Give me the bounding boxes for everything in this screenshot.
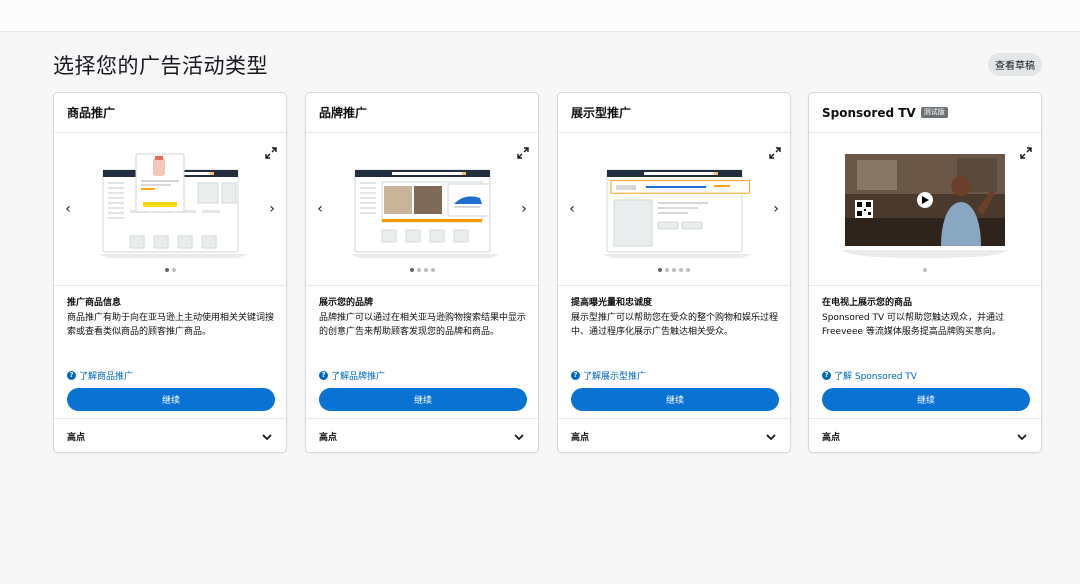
card-description: 商品推广有助于向在亚马逊上主动使用相关关键词搜索或查看类似商品的顾客推广商品。 bbox=[67, 313, 275, 337]
card-description-title: 展示您的品牌 bbox=[319, 298, 374, 308]
page-title: 选择您的广告活动类型 bbox=[53, 54, 268, 78]
help-icon: ? bbox=[67, 371, 76, 380]
carousel-dot[interactable] bbox=[164, 268, 169, 272]
carousel-next-button[interactable]: › bbox=[769, 202, 783, 216]
sponsored-display-illustration bbox=[602, 169, 752, 258]
card-title: 商品推广 bbox=[54, 93, 286, 133]
chevron-down-icon bbox=[514, 433, 524, 440]
carousel-dot[interactable] bbox=[423, 268, 428, 272]
card-description: 展示型推广可以帮助您在受众的整个购物和娱乐过程中、通过程序化展示广告触达相关受众… bbox=[571, 313, 779, 337]
learn-more-link[interactable]: ? 了解品牌推广 bbox=[319, 369, 385, 382]
carousel-prev-button[interactable]: ‹ bbox=[565, 202, 579, 216]
highlights-label: 高点 bbox=[67, 433, 86, 443]
expand-icon[interactable] bbox=[265, 147, 277, 159]
continue-button[interactable]: 继续 bbox=[571, 388, 779, 411]
card-title-text: 展示型推广 bbox=[571, 106, 632, 120]
card-media-carousel: ‹ › bbox=[558, 134, 790, 286]
card-media-carousel: ‹ › bbox=[306, 134, 538, 286]
learn-more-text[interactable]: 了解商品推广 bbox=[79, 369, 133, 382]
carousel-next-button[interactable]: › bbox=[265, 202, 279, 216]
learn-more-text[interactable]: 了解 Sponsored TV bbox=[834, 369, 917, 382]
carousel-prev-button[interactable]: ‹ bbox=[313, 202, 327, 216]
card-title: 品牌推广 bbox=[306, 93, 538, 133]
highlights-label: 高点 bbox=[571, 433, 590, 443]
carousel-dot[interactable] bbox=[665, 268, 669, 272]
sponsored-tv-illustration bbox=[841, 154, 1009, 258]
help-icon: ? bbox=[571, 371, 580, 380]
carousel-dot[interactable] bbox=[923, 268, 927, 272]
carousel-dot[interactable] bbox=[171, 268, 176, 272]
highlights-expander[interactable]: 高点 bbox=[809, 418, 1041, 454]
carousel-dot[interactable] bbox=[672, 268, 676, 272]
learn-more-link[interactable]: ? 了解展示型推广 bbox=[571, 369, 646, 382]
highlights-label: 高点 bbox=[822, 433, 841, 443]
carousel-dots bbox=[809, 268, 1041, 272]
learn-more-link[interactable]: ? 了解 Sponsored TV bbox=[822, 369, 917, 382]
card-title: Sponsored TV 测试版 bbox=[809, 93, 1041, 133]
expand-icon[interactable] bbox=[517, 147, 529, 159]
campaign-card-sponsored-products: 商品推广 ‹ › 推广商品信息 商品推广有助于向在亚马逊上主动使用相关关键词搜索… bbox=[53, 92, 287, 453]
continue-button[interactable]: 继续 bbox=[319, 388, 527, 411]
card-description: 品牌推广可以通过在相关亚马逊购物搜索结果中显示的创意广告来帮助顾客发现您的品牌和… bbox=[319, 313, 527, 337]
card-media-carousel bbox=[809, 134, 1041, 286]
card-title-text: 商品推广 bbox=[67, 106, 116, 120]
card-description-title: 提高曝光量和忠诚度 bbox=[571, 298, 653, 308]
view-drafts-button[interactable]: 查看草稿 bbox=[988, 53, 1042, 76]
carousel-dots bbox=[306, 268, 538, 272]
beta-badge: 测试版 bbox=[920, 107, 948, 118]
chevron-down-icon bbox=[262, 433, 272, 440]
carousel-dot[interactable] bbox=[430, 268, 435, 272]
chevron-down-icon bbox=[766, 433, 776, 440]
campaign-card-sponsored-display: 展示型推广 ‹ › 提高曝光量和忠诚度 展示型推广可以帮助您在受众的整个购物和娱… bbox=[557, 92, 791, 453]
card-media-carousel: ‹ › bbox=[54, 134, 286, 286]
highlights-expander[interactable]: 高点 bbox=[54, 418, 286, 454]
carousel-next-button[interactable]: › bbox=[517, 202, 531, 216]
carousel-prev-button[interactable]: ‹ bbox=[61, 202, 75, 216]
carousel-dots bbox=[54, 268, 286, 272]
sponsored-products-illustration bbox=[98, 153, 248, 258]
sponsored-brands-illustration bbox=[350, 169, 500, 258]
card-title: 展示型推广 bbox=[558, 93, 790, 133]
expand-icon[interactable] bbox=[769, 147, 781, 159]
learn-more-text[interactable]: 了解展示型推广 bbox=[583, 369, 646, 382]
carousel-dot[interactable] bbox=[409, 268, 414, 272]
card-title-text: 品牌推广 bbox=[319, 106, 368, 120]
campaign-card-sponsored-tv: Sponsored TV 测试版 在电视上展示您的商品 Sponsored TV… bbox=[808, 92, 1042, 453]
top-bar bbox=[0, 0, 1080, 32]
highlights-expander[interactable]: 高点 bbox=[306, 418, 538, 454]
carousel-dot[interactable] bbox=[686, 268, 690, 272]
learn-more-text[interactable]: 了解品牌推广 bbox=[331, 369, 385, 382]
continue-button[interactable]: 继续 bbox=[67, 388, 275, 411]
continue-button[interactable]: 继续 bbox=[822, 388, 1030, 411]
campaign-card-sponsored-brands: 品牌推广 ‹ › 展示您的品牌 品牌推广可以通过在相关亚马逊购物搜索结果中显示的… bbox=[305, 92, 539, 453]
carousel-dot[interactable] bbox=[679, 268, 683, 272]
card-description-title: 推广商品信息 bbox=[67, 298, 122, 308]
highlights-label: 高点 bbox=[319, 433, 338, 443]
chevron-down-icon bbox=[1017, 433, 1027, 440]
card-title-text: Sponsored TV bbox=[822, 105, 916, 120]
card-description-title: 在电视上展示您的商品 bbox=[822, 298, 913, 308]
expand-icon[interactable] bbox=[1020, 147, 1032, 159]
help-icon: ? bbox=[319, 371, 328, 380]
carousel-dot[interactable] bbox=[416, 268, 421, 272]
highlights-expander[interactable]: 高点 bbox=[558, 418, 790, 454]
carousel-dot[interactable] bbox=[658, 268, 662, 272]
learn-more-link[interactable]: ? 了解商品推广 bbox=[67, 369, 133, 382]
help-icon: ? bbox=[822, 371, 831, 380]
card-description: Sponsored TV 可以帮助您触达观众，并通过 Freeveee 等流媒体… bbox=[822, 313, 1004, 337]
carousel-dots bbox=[558, 268, 790, 272]
